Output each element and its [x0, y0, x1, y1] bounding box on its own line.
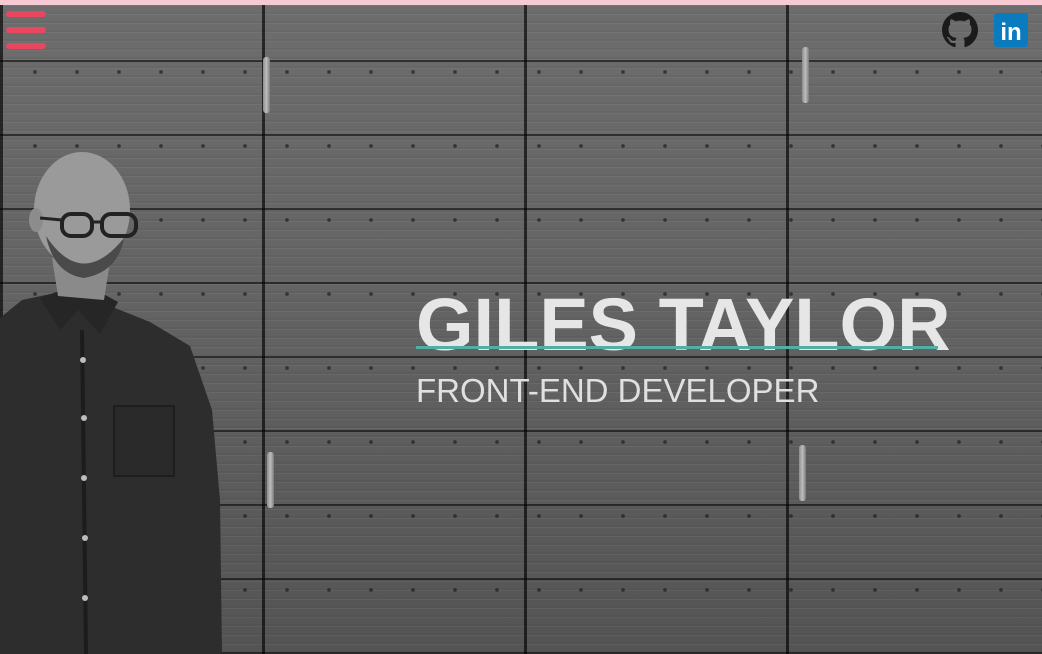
- menu-bar: [6, 43, 46, 49]
- hamburger-menu-icon[interactable]: [6, 11, 46, 49]
- menu-bar: [6, 11, 46, 17]
- github-icon[interactable]: [942, 12, 978, 48]
- hero-name: GILES TAYLOR: [416, 282, 951, 366]
- linkedin-label: in: [1000, 19, 1021, 46]
- menu-bar: [6, 27, 46, 33]
- hinge: [263, 57, 270, 113]
- hinge: [267, 452, 274, 508]
- hinge: [799, 445, 806, 501]
- linkedin-icon[interactable]: in: [994, 13, 1030, 47]
- hinge: [802, 47, 809, 103]
- hero-role: FRONT-END DEVELOPER: [416, 372, 820, 409]
- portrait-photo: [0, 152, 222, 654]
- hero-divider: [416, 346, 938, 349]
